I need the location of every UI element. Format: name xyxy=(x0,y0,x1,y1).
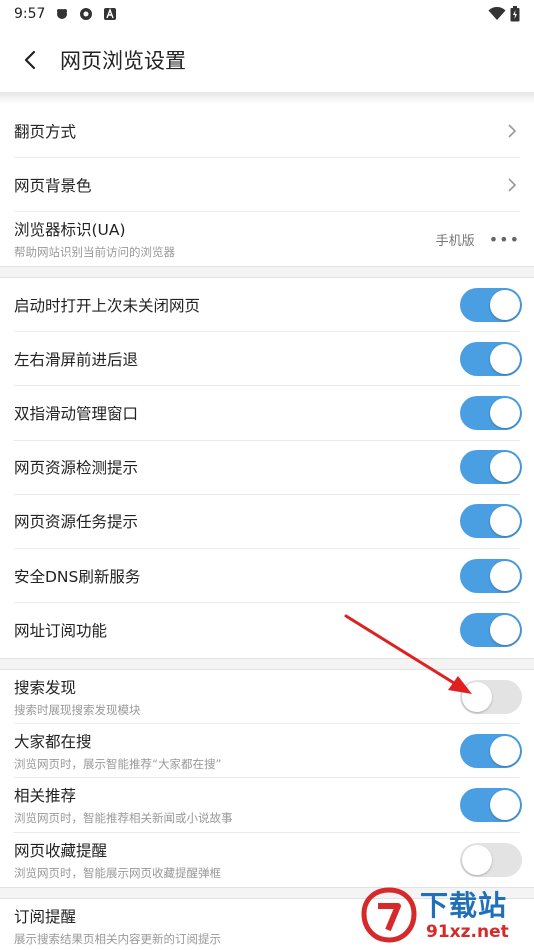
row-title: 安全DNS刷新服务 xyxy=(14,567,141,586)
watermark-url: 91xz.net xyxy=(426,922,509,942)
toggle-switch[interactable] xyxy=(460,341,522,376)
letter-a-notification-icon xyxy=(104,8,117,20)
row-background-color[interactable]: 网页背景色 xyxy=(14,158,520,213)
row-title: 相关推荐 xyxy=(14,786,77,805)
toggle-switch[interactable] xyxy=(460,504,522,539)
row-title: 网页背景色 xyxy=(14,176,92,195)
row-related-recommend[interactable]: 相关推荐 浏览网页时，智能推荐相关新闻或小说故事 xyxy=(14,778,522,833)
row-restore-tabs[interactable]: 启动时打开上次未关闭网页 xyxy=(14,278,522,333)
app-notification-icon xyxy=(57,9,68,19)
watermark: 下载站 91xz.net xyxy=(354,880,534,950)
section-divider xyxy=(0,266,534,278)
wifi-icon xyxy=(488,7,506,20)
back-button[interactable] xyxy=(0,28,60,92)
row-subtitle: 帮助网站识别当前访问的浏览器 xyxy=(14,245,175,260)
row-subtitle: 浏览网页时，展示智能推荐“大家都在搜” xyxy=(14,756,222,771)
row-page-turning[interactable]: 翻页方式 xyxy=(14,104,520,159)
row-title: 左右滑屏前进后退 xyxy=(14,350,139,369)
toggle-switch[interactable] xyxy=(460,395,522,430)
watermark-title: 下载站 xyxy=(420,889,508,922)
row-title: 搜索发现 xyxy=(14,678,77,697)
row-bookmark-reminder[interactable]: 网页收藏提醒 浏览网页时，智能展示网页收藏提醒弹框 xyxy=(14,833,522,887)
status-time: 9:57 xyxy=(14,6,46,22)
watermark-logo-icon xyxy=(361,887,417,943)
toggle-switch[interactable] xyxy=(460,613,522,648)
row-title: 网址订阅功能 xyxy=(14,622,108,641)
toggle-switch[interactable] xyxy=(460,733,522,768)
header-shadow xyxy=(0,92,534,104)
ua-value: 手机版 xyxy=(435,233,475,249)
section-search: 搜索发现 搜索时展现搜索发现模块 大家都在搜 浏览网页时，展示智能推荐“大家都在… xyxy=(0,670,534,887)
page-title: 网页浏览设置 xyxy=(60,49,186,73)
row-two-finger-windows[interactable]: 双指滑动管理窗口 xyxy=(14,386,522,441)
toggle-switch[interactable] xyxy=(460,787,522,822)
back-arrow-icon xyxy=(24,50,36,70)
section-display: 翻页方式 网页背景色 浏览器标识(UA) 帮助网站识别当前访问的浏览器 手机版 … xyxy=(0,104,534,267)
chevron-right-icon xyxy=(508,178,517,192)
toggle-switch[interactable] xyxy=(460,679,522,714)
shutter-notification-icon xyxy=(80,8,93,20)
row-title: 网页资源检测提示 xyxy=(14,459,139,478)
row-user-agent[interactable]: 浏览器标识(UA) 帮助网站识别当前访问的浏览器 手机版 ••• xyxy=(14,212,520,266)
row-subtitle: 浏览网页时，智能推荐相关新闻或小说故事 xyxy=(14,810,233,825)
row-secure-dns[interactable]: 安全DNS刷新服务 xyxy=(14,549,522,604)
more-dots-icon[interactable]: ••• xyxy=(489,230,520,249)
row-resource-task[interactable]: 网页资源任务提示 xyxy=(14,495,522,549)
row-swipe-navigation[interactable]: 左右滑屏前进后退 xyxy=(14,332,522,387)
toggle-switch[interactable] xyxy=(460,450,522,485)
status-right xyxy=(488,6,520,22)
row-search-discovery[interactable]: 搜索发现 搜索时展现搜索发现模块 xyxy=(14,670,522,725)
row-everyone-searching[interactable]: 大家都在搜 浏览网页时，展示智能推荐“大家都在搜” xyxy=(14,724,522,779)
row-title: 大家都在搜 xyxy=(14,732,92,751)
row-subtitle: 浏览网页时，智能展示网页收藏提醒弹框 xyxy=(14,865,221,880)
row-resource-detection[interactable]: 网页资源检测提示 xyxy=(14,441,522,495)
chevron-right-icon xyxy=(508,124,517,138)
toggle-switch[interactable] xyxy=(460,842,522,877)
section-divider xyxy=(0,658,534,670)
row-title: 启动时打开上次未关闭网页 xyxy=(14,296,201,315)
status-bar: 9:57 xyxy=(0,0,534,28)
row-title: 双指滑动管理窗口 xyxy=(14,404,139,423)
section-toggles: 启动时打开上次未关闭网页 左右滑屏前进后退 双指滑动管理窗口 网页资源检测提示 … xyxy=(0,278,534,657)
header: 网页浏览设置 xyxy=(0,28,534,92)
toggle-switch[interactable] xyxy=(460,558,522,593)
toggle-switch[interactable] xyxy=(460,287,522,322)
row-title: 浏览器标识(UA) xyxy=(14,221,126,240)
row-subtitle: 搜索时展现搜索发现模块 xyxy=(14,702,141,717)
battery-icon xyxy=(510,6,520,22)
row-title: 翻页方式 xyxy=(14,122,77,141)
row-title: 网页资源任务提示 xyxy=(14,513,139,532)
row-url-subscription[interactable]: 网址订阅功能 xyxy=(14,603,522,657)
row-title: 网页收藏提醒 xyxy=(14,841,108,860)
